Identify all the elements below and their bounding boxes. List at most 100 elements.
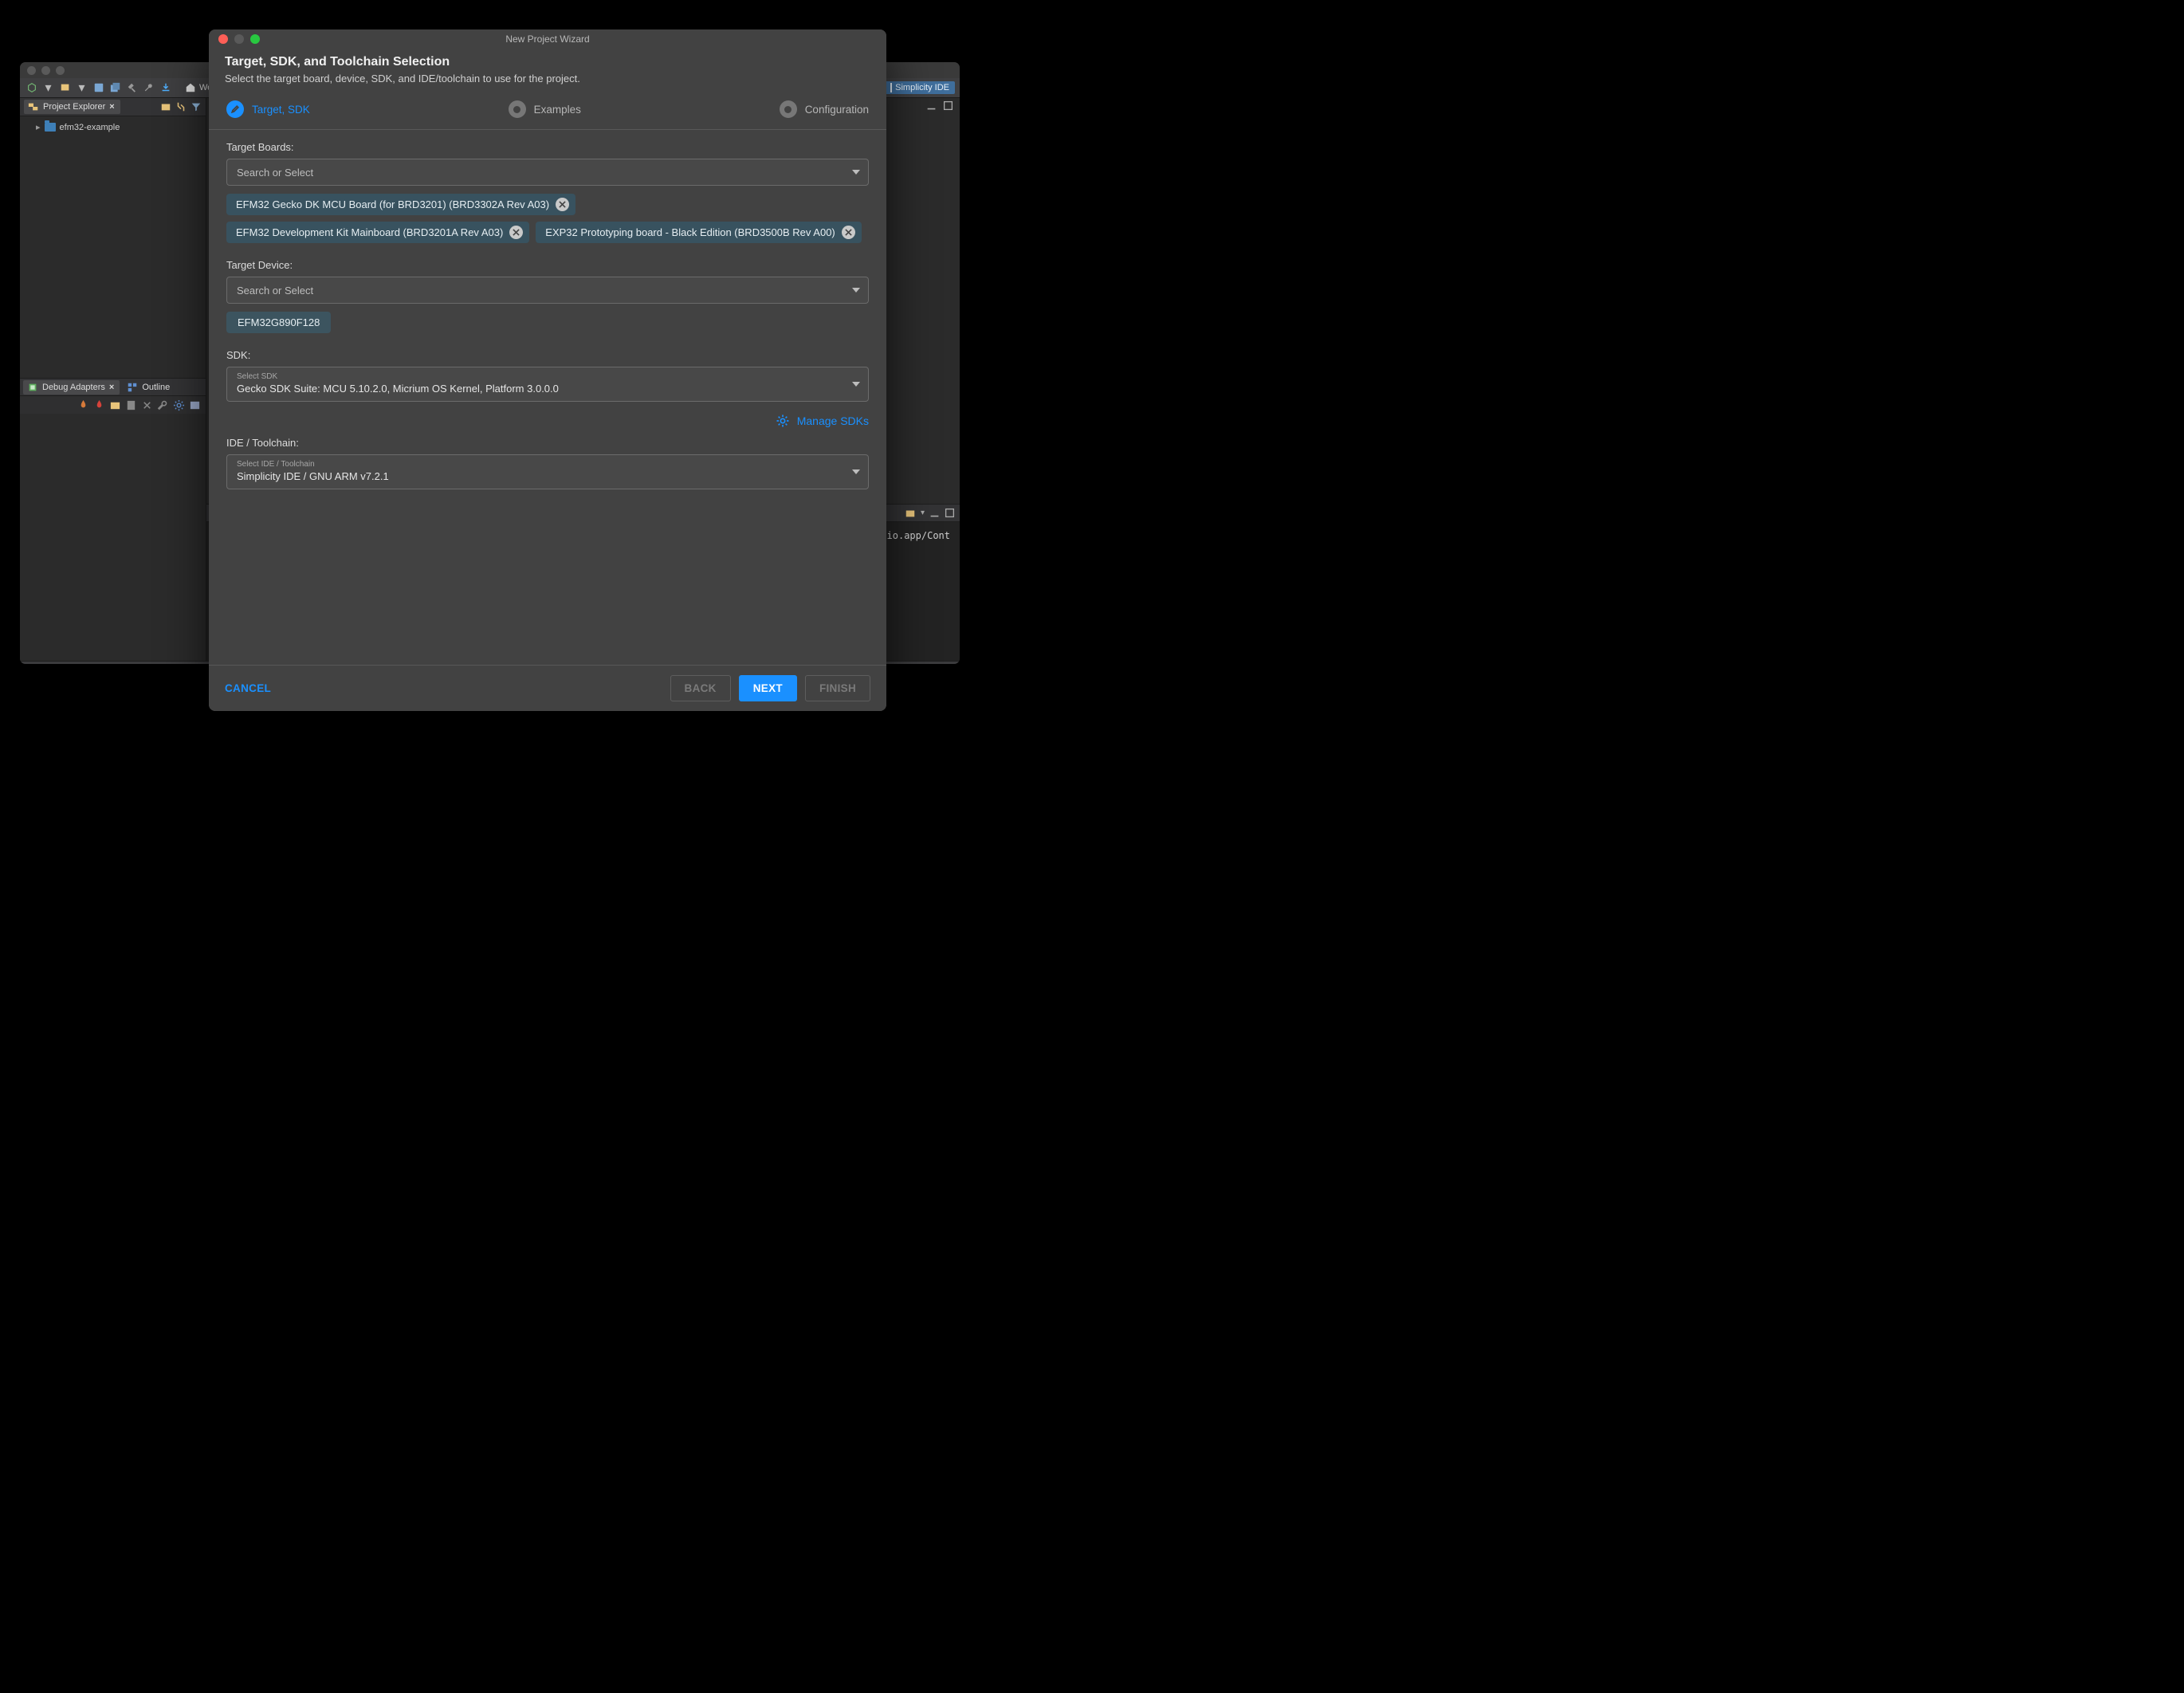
remove-chip-icon[interactable]	[842, 226, 855, 239]
target-device-placeholder: Search or Select	[237, 285, 313, 297]
wrench2-icon[interactable]	[157, 399, 169, 411]
perspective-simplicity[interactable]: Simplicity IDE	[885, 81, 955, 94]
device-chip-label: EFM32G890F128	[238, 316, 320, 328]
debug-adapters-tab[interactable]: Debug Adapters ×	[23, 380, 120, 395]
debug-adapters-label: Debug Adapters	[42, 383, 105, 392]
pencil-icon	[230, 104, 240, 114]
target-boards-combo[interactable]: Search or Select	[226, 159, 869, 186]
sdk-label: SDK:	[226, 349, 869, 361]
sdk-value: Gecko SDK Suite: MCU 5.10.2.0, Micrium O…	[237, 383, 559, 395]
explorer-tabbar: Project Explorer ×	[20, 98, 206, 116]
board-chip: EFM32 Gecko DK MCU Board (for BRD3201) (…	[226, 194, 575, 215]
doc-icon[interactable]	[125, 399, 137, 411]
chevron-down-icon	[852, 469, 860, 474]
step-examples-label: Examples	[534, 104, 581, 116]
traffic-close[interactable]	[27, 66, 36, 75]
step-examples-icon	[509, 100, 526, 118]
collapse-all-icon[interactable]	[160, 101, 171, 112]
remove-chip-icon[interactable]	[509, 226, 523, 239]
next-button[interactable]: NEXT	[739, 675, 797, 701]
console-min-icon[interactable]	[929, 508, 940, 518]
outline-icon	[127, 382, 138, 393]
flame2-icon[interactable]	[93, 399, 105, 411]
outline-tab[interactable]: Outline	[123, 380, 175, 395]
tb-saveall-icon[interactable]	[108, 81, 122, 95]
tb-dropdown2-icon[interactable]: ▾	[75, 81, 88, 95]
tree-item-label: efm32-example	[60, 123, 120, 132]
manage-sdks-label: Manage SDKs	[797, 414, 869, 427]
wizard-dialog: New Project Wizard Target, SDK, and Tool…	[209, 29, 886, 711]
traffic-min[interactable]	[41, 66, 50, 75]
home-icon	[185, 82, 196, 93]
target-device-chips: EFM32G890F128	[226, 312, 869, 333]
wizard-close[interactable]	[218, 34, 228, 44]
chevron-down-icon	[852, 382, 860, 387]
sdk-combo[interactable]: Select SDK Gecko SDK Suite: MCU 5.10.2.0…	[226, 367, 869, 402]
traffic-max[interactable]	[56, 66, 65, 75]
wizard-max[interactable]	[250, 34, 260, 44]
filter-icon[interactable]	[191, 101, 202, 112]
tb-new-icon[interactable]	[58, 81, 72, 95]
debug-adapters-toolbar	[20, 396, 206, 414]
link-editor-icon[interactable]	[175, 101, 187, 112]
device-chip: EFM32G890F128	[226, 312, 331, 333]
wizard-min[interactable]	[234, 34, 244, 44]
target-device-combo[interactable]: Search or Select	[226, 277, 869, 304]
cancel-button[interactable]: CANCEL	[225, 682, 271, 694]
traffic-lights	[27, 66, 65, 75]
open-console-icon[interactable]	[905, 508, 916, 519]
chevron-down-icon[interactable]: ▾	[921, 509, 925, 517]
board-chip-label: EFM32 Development Kit Mainboard (BRD3201…	[236, 226, 503, 238]
tree-item-project[interactable]: ▸ efm32-example	[26, 121, 199, 133]
back-button[interactable]: BACK	[670, 675, 731, 701]
close-icon[interactable]: ×	[109, 102, 114, 112]
tb-hammer-icon[interactable]	[125, 81, 139, 95]
tb-wrench-icon[interactable]	[142, 81, 155, 95]
wizard-form: Target Boards: Search or Select EFM32 Ge…	[209, 130, 886, 665]
step-examples[interactable]: Examples	[509, 100, 581, 118]
wizard-heading: Target, SDK, and Toolchain Selection	[225, 55, 870, 69]
board-chip-label: EFM32 Gecko DK MCU Board (for BRD3201) (…	[236, 198, 549, 210]
step-target[interactable]: Target, SDK	[226, 100, 310, 118]
finish-button[interactable]: FINISH	[805, 675, 870, 701]
flame1-icon[interactable]	[77, 399, 89, 411]
step-config-icon	[780, 100, 797, 118]
step-target-icon	[226, 100, 244, 118]
step-config-label: Configuration	[805, 104, 869, 116]
x-icon[interactable]	[141, 399, 153, 411]
board-chip-label: EXP32 Prototyping board - Black Edition …	[545, 226, 835, 238]
maximize-icon[interactable]	[943, 100, 953, 111]
remove-chip-icon[interactable]	[556, 198, 569, 211]
wizard-header: Target, SDK, and Toolchain Selection Sel…	[209, 49, 886, 86]
folder-tree-icon	[28, 101, 39, 112]
outline-label: Outline	[142, 383, 170, 392]
toolchain-combo[interactable]: Select IDE / Toolchain Simplicity IDE / …	[226, 454, 869, 489]
gear-tb-icon[interactable]	[173, 399, 185, 411]
board-chip: EXP32 Prototyping board - Black Edition …	[536, 222, 861, 243]
target-device-label: Target Device:	[226, 259, 869, 271]
sdk-tiny-label: Select SDK	[237, 373, 277, 381]
folder2-icon[interactable]	[109, 399, 121, 411]
window-icon[interactable]	[189, 399, 201, 411]
target-boards-placeholder: Search or Select	[237, 167, 313, 179]
chip-icon	[27, 382, 38, 393]
project-explorer-label: Project Explorer	[43, 102, 105, 112]
folder-icon	[45, 123, 56, 132]
project-explorer-tab[interactable]: Project Explorer ×	[24, 100, 120, 114]
chevron-down-icon	[852, 170, 860, 175]
minimize-icon[interactable]	[926, 100, 937, 111]
project-explorer-body: ▸ efm32-example	[20, 116, 206, 378]
wizard-steps: Target, SDK Examples Configuration	[209, 86, 886, 130]
manage-sdks[interactable]: Manage SDKs	[226, 413, 869, 429]
wizard-title: New Project Wizard	[266, 33, 829, 45]
chevron-down-icon	[852, 288, 860, 293]
step-config[interactable]: Configuration	[780, 100, 869, 118]
gear-icon	[775, 413, 791, 429]
tb-dropdown-icon[interactable]: ▾	[41, 81, 55, 95]
tb-cube-icon[interactable]	[25, 81, 38, 95]
tb-download-icon[interactable]	[159, 81, 172, 95]
board-chip: EFM32 Development Kit Mainboard (BRD3201…	[226, 222, 529, 243]
tb-save-icon[interactable]	[92, 81, 105, 95]
close-icon[interactable]: ×	[109, 383, 114, 392]
console-max-icon[interactable]	[945, 508, 955, 518]
